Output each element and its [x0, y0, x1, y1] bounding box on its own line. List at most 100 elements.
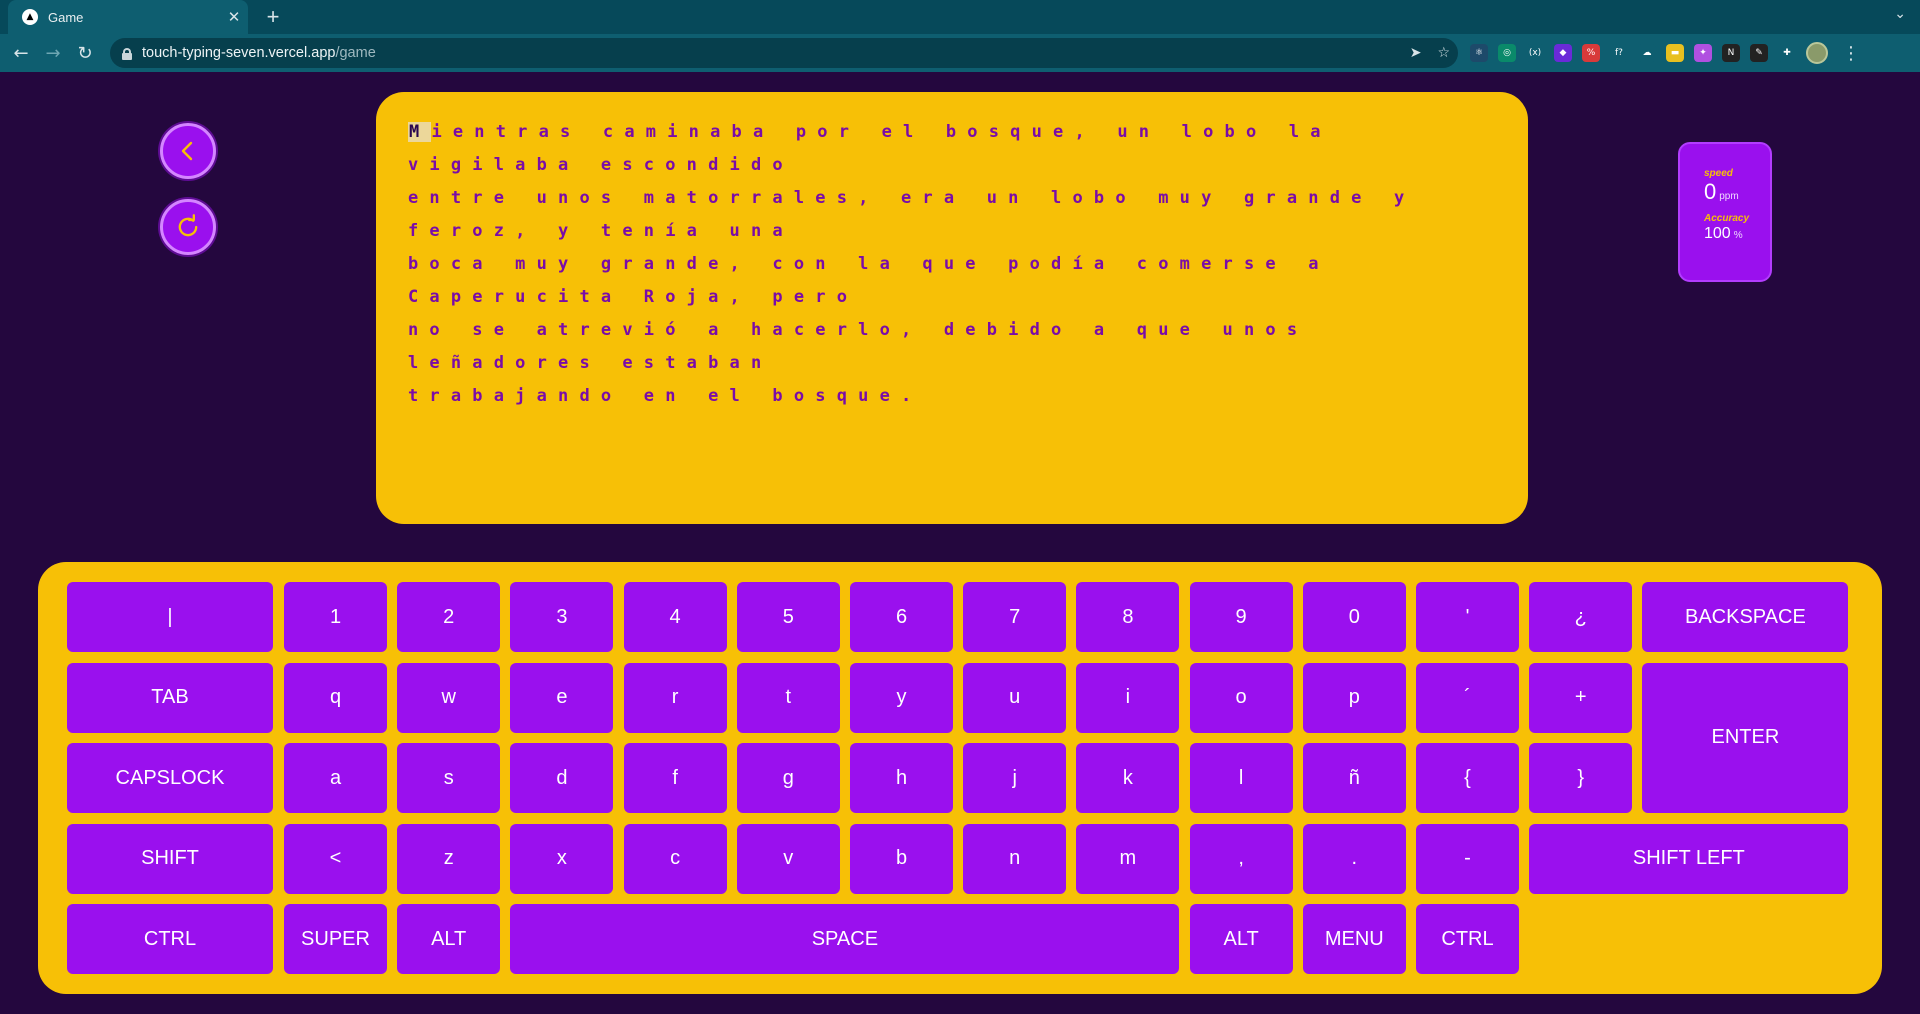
react-devtools-icon[interactable]: ⚛	[1470, 44, 1488, 62]
pen-icon[interactable]: ✎	[1750, 44, 1768, 62]
key-g[interactable]: g	[736, 743, 840, 813]
key-right-brace[interactable]: }	[1529, 743, 1633, 813]
key-l[interactable]: l	[1189, 743, 1293, 813]
key-p[interactable]: p	[1302, 662, 1406, 733]
key-o[interactable]: o	[1189, 662, 1293, 733]
key-ctrl[interactable]: CTRL	[1416, 904, 1519, 974]
chevron-left-icon	[181, 141, 193, 161]
key-m[interactable]: m	[1076, 823, 1180, 894]
key-9[interactable]: 9	[1189, 582, 1293, 652]
key-2[interactable]: 2	[397, 582, 501, 652]
key-n-tilde[interactable]: ñ	[1302, 743, 1406, 813]
bookmark-star-icon[interactable]: ☆	[1437, 45, 1450, 61]
new-tab-button[interactable]: +	[260, 4, 286, 30]
key-i[interactable]: i	[1076, 662, 1180, 733]
key-super[interactable]: SUPER	[284, 904, 387, 974]
key-minus[interactable]: -	[1416, 823, 1519, 894]
typing-text-panel[interactable]: Mientras caminaba por el bosque, un lobo…	[376, 92, 1528, 524]
key-apostrophe[interactable]: '	[1416, 582, 1519, 652]
key-6[interactable]: 6	[850, 582, 953, 652]
key-7[interactable]: 7	[963, 582, 1067, 652]
url-path: /game	[335, 45, 376, 61]
key-v[interactable]: v	[736, 823, 840, 894]
key-r[interactable]: r	[623, 662, 727, 733]
key-a[interactable]: a	[284, 743, 387, 813]
key-k[interactable]: k	[1076, 743, 1180, 813]
key-3[interactable]: 3	[510, 582, 614, 652]
key-c[interactable]: c	[623, 823, 727, 894]
key-enter[interactable]: ENTER	[1642, 662, 1849, 813]
url-host: touch-typing-seven.vercel.app	[142, 45, 336, 61]
tab-search-chevron-icon[interactable]: ⌄	[1894, 6, 1906, 22]
variables-icon[interactable]: (x)	[1526, 44, 1544, 62]
address-bar[interactable]: touch-typing-seven.vercel.app/game ➤ ☆	[110, 38, 1458, 68]
restart-button[interactable]	[160, 199, 216, 255]
key-n[interactable]: n	[963, 823, 1067, 894]
key-1[interactable]: 1	[284, 582, 387, 652]
accuracy-unit: %	[1733, 230, 1743, 241]
key-z[interactable]: z	[397, 823, 501, 894]
notion-icon[interactable]: N	[1722, 44, 1740, 62]
forward-arrow-icon[interactable]: →	[40, 40, 66, 66]
key-tab[interactable]: TAB	[67, 662, 273, 733]
key-0[interactable]: 0	[1302, 582, 1406, 652]
tab-close-icon[interactable]: ✕	[220, 8, 248, 26]
extension-purple-icon[interactable]: ◆	[1554, 44, 1572, 62]
key-menu[interactable]: MENU	[1302, 904, 1406, 974]
extensions-bar: ⚛ ◎ (x) ◆% f? ☁ ▬ ✦ N ✎ ✚ ⋮	[1470, 42, 1860, 64]
key-period[interactable]: .	[1302, 823, 1406, 894]
key-alt[interactable]: ALT	[1189, 904, 1293, 974]
key-h[interactable]: h	[850, 743, 953, 813]
key-acute-accent[interactable]: ´	[1416, 662, 1519, 733]
key-y[interactable]: y	[850, 662, 953, 733]
cloud-icon[interactable]: ☁	[1638, 44, 1656, 62]
key-shift-left[interactable]: SHIFT LEFT	[1529, 823, 1849, 894]
key-4[interactable]: 4	[623, 582, 727, 652]
key-pipe[interactable]: |	[67, 582, 273, 652]
key-capslock[interactable]: CAPSLOCK	[67, 743, 273, 813]
key-8[interactable]: 8	[1076, 582, 1180, 652]
lock-icon[interactable]	[122, 47, 132, 60]
profile-avatar[interactable]	[1806, 42, 1828, 64]
typing-text: Mientras caminaba por el bosque, un lobo…	[408, 116, 1496, 413]
key-x[interactable]: x	[510, 823, 614, 894]
key-w[interactable]: w	[397, 662, 501, 733]
percent-icon[interactable]: %	[1582, 44, 1600, 62]
puzzle-icon[interactable]: ✚	[1778, 44, 1796, 62]
key-t[interactable]: t	[736, 662, 840, 733]
accuracy-label: Accuracy	[1704, 213, 1750, 224]
key-inverted-question[interactable]: ¿	[1529, 582, 1633, 652]
remaining-text: ientras caminaba por el bosque, un lobo …	[408, 122, 1416, 406]
key-j[interactable]: j	[963, 743, 1067, 813]
current-character: M	[408, 122, 432, 142]
key-s[interactable]: s	[397, 743, 501, 813]
back-button[interactable]	[160, 123, 216, 179]
key-plus[interactable]: +	[1529, 662, 1633, 733]
speed-label: speed	[1704, 168, 1733, 179]
key-e[interactable]: e	[510, 662, 614, 733]
key-u[interactable]: u	[963, 662, 1067, 733]
back-arrow-icon[interactable]: ←	[8, 40, 34, 66]
sticky-note-icon[interactable]: ▬	[1666, 44, 1684, 62]
key-space[interactable]: SPACE	[510, 904, 1180, 974]
key-left-brace[interactable]: {	[1416, 743, 1519, 813]
magic-icon[interactable]: ✦	[1694, 44, 1712, 62]
key-q[interactable]: q	[284, 662, 387, 733]
formula-icon[interactable]: f?	[1610, 44, 1628, 62]
browser-menu-icon[interactable]: ⋮	[1842, 43, 1860, 64]
key-shift[interactable]: SHIFT	[67, 823, 273, 894]
browser-tab-game[interactable]: ▲ Game ✕	[8, 0, 248, 34]
key-alt[interactable]: ALT	[397, 904, 501, 974]
grammarly-icon[interactable]: ◎	[1498, 44, 1516, 62]
key-5[interactable]: 5	[736, 582, 840, 652]
key-d[interactable]: d	[510, 743, 614, 813]
key-b[interactable]: b	[850, 823, 953, 894]
key-backspace[interactable]: BACKSPACE	[1642, 582, 1849, 652]
key-ctrl[interactable]: CTRL	[67, 904, 273, 974]
key-f[interactable]: f	[623, 743, 727, 813]
reload-icon[interactable]: ↻	[72, 40, 98, 66]
key-comma[interactable]: ,	[1189, 823, 1293, 894]
key-less-than[interactable]: <	[284, 823, 387, 894]
tab-title: Game	[48, 9, 84, 25]
send-icon[interactable]: ➤	[1410, 45, 1422, 61]
